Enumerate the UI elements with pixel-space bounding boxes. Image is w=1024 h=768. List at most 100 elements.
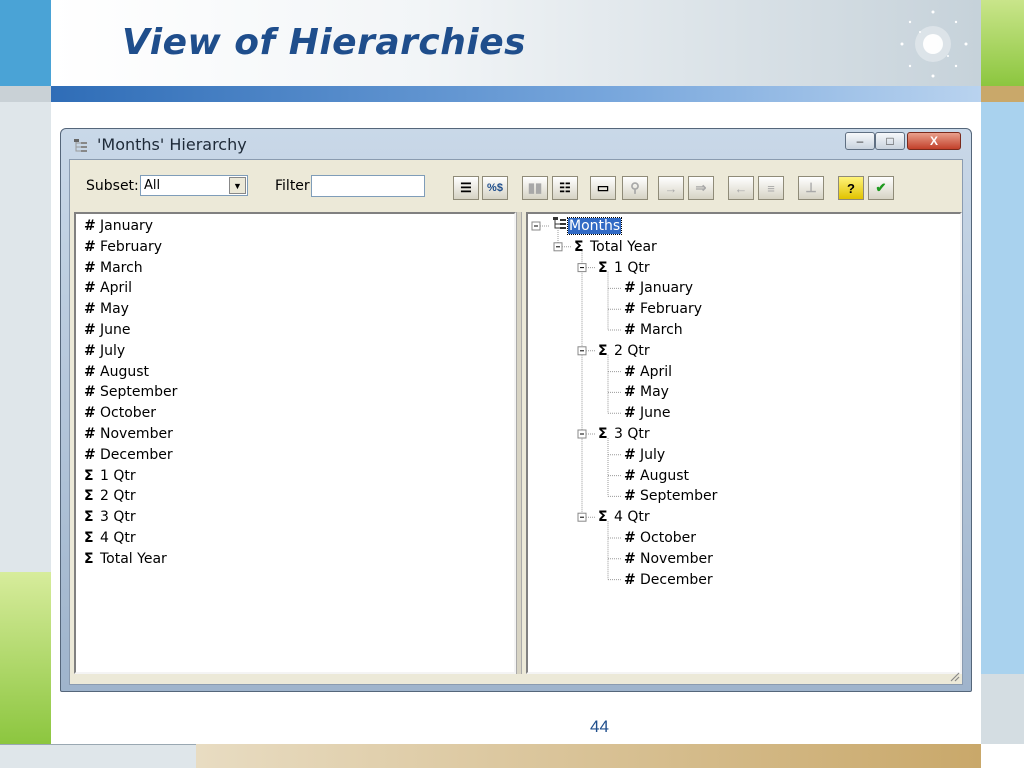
tree-node[interactable]: # May (624, 382, 669, 402)
list-item[interactable]: Σ 4 Qtr (84, 528, 136, 548)
right-stripe-green (981, 0, 1024, 86)
expand-icon: ▮▮ (527, 180, 543, 195)
list-item[interactable]: # August (84, 362, 149, 382)
list-item[interactable]: # December (84, 445, 173, 465)
insert-button[interactable]: ← (728, 176, 754, 200)
tree-node-label: December (640, 571, 713, 588)
consolidated-element-icon: Σ (84, 467, 94, 484)
list-item[interactable]: # April (84, 278, 132, 298)
list-item-label: January (100, 218, 154, 234)
chevron-down-icon[interactable]: ▼ (229, 177, 246, 194)
expand-button[interactable]: ▮▮ (522, 176, 548, 200)
tree-node[interactable]: # October (624, 528, 696, 548)
tree-node[interactable]: # June (624, 403, 671, 423)
leaf-element-icon: # (624, 363, 636, 380)
check-button[interactable]: ✔ (868, 176, 894, 200)
folder-icon: ▭ (596, 180, 610, 195)
list-item[interactable]: # October (84, 403, 156, 423)
list-item-label: December (100, 446, 173, 463)
close-button[interactable]: X (907, 132, 961, 150)
leaf-element-icon: # (84, 280, 96, 297)
leaf-element-icon: # (84, 322, 96, 338)
hierarchy-icon: ☰ (460, 180, 472, 195)
tree-root-node[interactable]: Months (552, 216, 623, 236)
grid-button[interactable]: ☷ (552, 176, 578, 200)
tree-node-label: October (640, 530, 697, 546)
leaf-element-icon: # (84, 218, 96, 234)
subset-dropdown[interactable]: All ▼ (140, 175, 248, 196)
hierarchy-button[interactable]: ☰ (453, 176, 479, 200)
tree-node[interactable]: Σ 3 Qtr (598, 424, 650, 444)
page-number: 44 (590, 717, 609, 736)
tree-node[interactable]: # February (624, 299, 702, 319)
filter-input[interactable] (311, 175, 425, 197)
list-item[interactable]: # November (84, 424, 173, 444)
help-button[interactable]: ? (838, 176, 864, 200)
list-item-label: July (100, 342, 126, 359)
consolidated-element-icon: Σ (84, 488, 94, 505)
leaf-element-icon: # (624, 530, 636, 546)
tree-node-label: August (640, 467, 689, 484)
list-item-label: May (100, 301, 129, 318)
tree-node[interactable]: # August (624, 466, 689, 486)
list-item[interactable]: Σ 3 Qtr (84, 507, 136, 527)
key-button[interactable]: ⚲ (622, 176, 648, 200)
list-item-label: October (100, 405, 157, 422)
tree-node[interactable]: Σ Total Year (574, 237, 657, 257)
list-item[interactable]: # March (84, 258, 143, 278)
left-stripe-top (0, 0, 51, 86)
tree-node[interactable]: Σ 2 Qtr (598, 341, 650, 361)
folder-button[interactable]: ▭ (590, 176, 616, 200)
list-item[interactable]: # January (84, 216, 153, 236)
consolidate-button[interactable]: ≡ (758, 176, 784, 200)
maximize-button[interactable]: □ (875, 132, 905, 150)
leaf-element-icon: # (624, 467, 636, 484)
list-item[interactable]: Σ Total Year (84, 549, 167, 569)
title-rule-blue (51, 86, 981, 102)
hierarchy-tree-pane[interactable]: Months Σ Total Year Σ 1 Qtr # January # February… (526, 212, 962, 674)
leaf-element-icon: # (84, 259, 96, 276)
list-item[interactable]: # June (84, 320, 131, 340)
tree-node[interactable]: # July (624, 445, 665, 465)
tree-node-label: February (640, 301, 703, 318)
tree-node[interactable]: # November (624, 549, 713, 569)
minimize-button[interactable]: – (845, 132, 875, 150)
tree-node[interactable]: # December (624, 570, 713, 590)
tree-node[interactable]: # January (624, 278, 693, 298)
sparkle-icon (900, 10, 968, 78)
tree-node[interactable]: # September (624, 486, 717, 506)
list-item[interactable]: # February (84, 237, 162, 257)
leaf-element-icon: # (84, 426, 96, 442)
percent-dollar-button[interactable]: %$ (482, 176, 508, 200)
list-item[interactable]: # September (84, 382, 177, 402)
list-item[interactable]: # July (84, 341, 125, 361)
tree-node[interactable]: Σ 4 Qtr (598, 507, 650, 527)
balance-button[interactable]: ⊥ (798, 176, 824, 200)
list-item[interactable]: # May (84, 299, 129, 319)
slide-title: View of Hierarchies (122, 22, 527, 63)
grid-icon: ☷ (559, 180, 571, 195)
list-item[interactable]: Σ 1 Qtr (84, 466, 136, 486)
leaf-element-icon: # (624, 550, 636, 567)
resize-grip-icon[interactable] (948, 670, 960, 682)
subset-value: All (144, 178, 161, 193)
tree-node-label: May (640, 384, 669, 401)
tree-node-label: March (640, 322, 683, 338)
tree-connector-lines (531, 221, 622, 581)
tree-node[interactable]: # March (624, 320, 683, 340)
leaf-element-icon: # (84, 238, 96, 255)
leaf-element-icon: # (84, 384, 96, 401)
pane-splitter[interactable] (516, 212, 522, 674)
check-icon: ✔ (875, 180, 887, 195)
double-arrow-button[interactable]: ⇒ (688, 176, 714, 200)
leaf-element-icon: # (84, 342, 96, 359)
list-item-label: June (100, 322, 131, 338)
tree-node-label: Months (566, 217, 623, 235)
arrow-right-button[interactable]: → (658, 176, 684, 200)
tree-node[interactable]: Σ 1 Qtr (598, 258, 650, 278)
tree-node[interactable]: # April (624, 362, 672, 382)
consolidated-element-icon: Σ (598, 342, 608, 359)
element-list-pane[interactable]: # January # February # March # April # May # June # J… (74, 212, 516, 674)
list-item-label: August (100, 363, 149, 380)
list-item[interactable]: Σ 2 Qtr (84, 486, 136, 506)
